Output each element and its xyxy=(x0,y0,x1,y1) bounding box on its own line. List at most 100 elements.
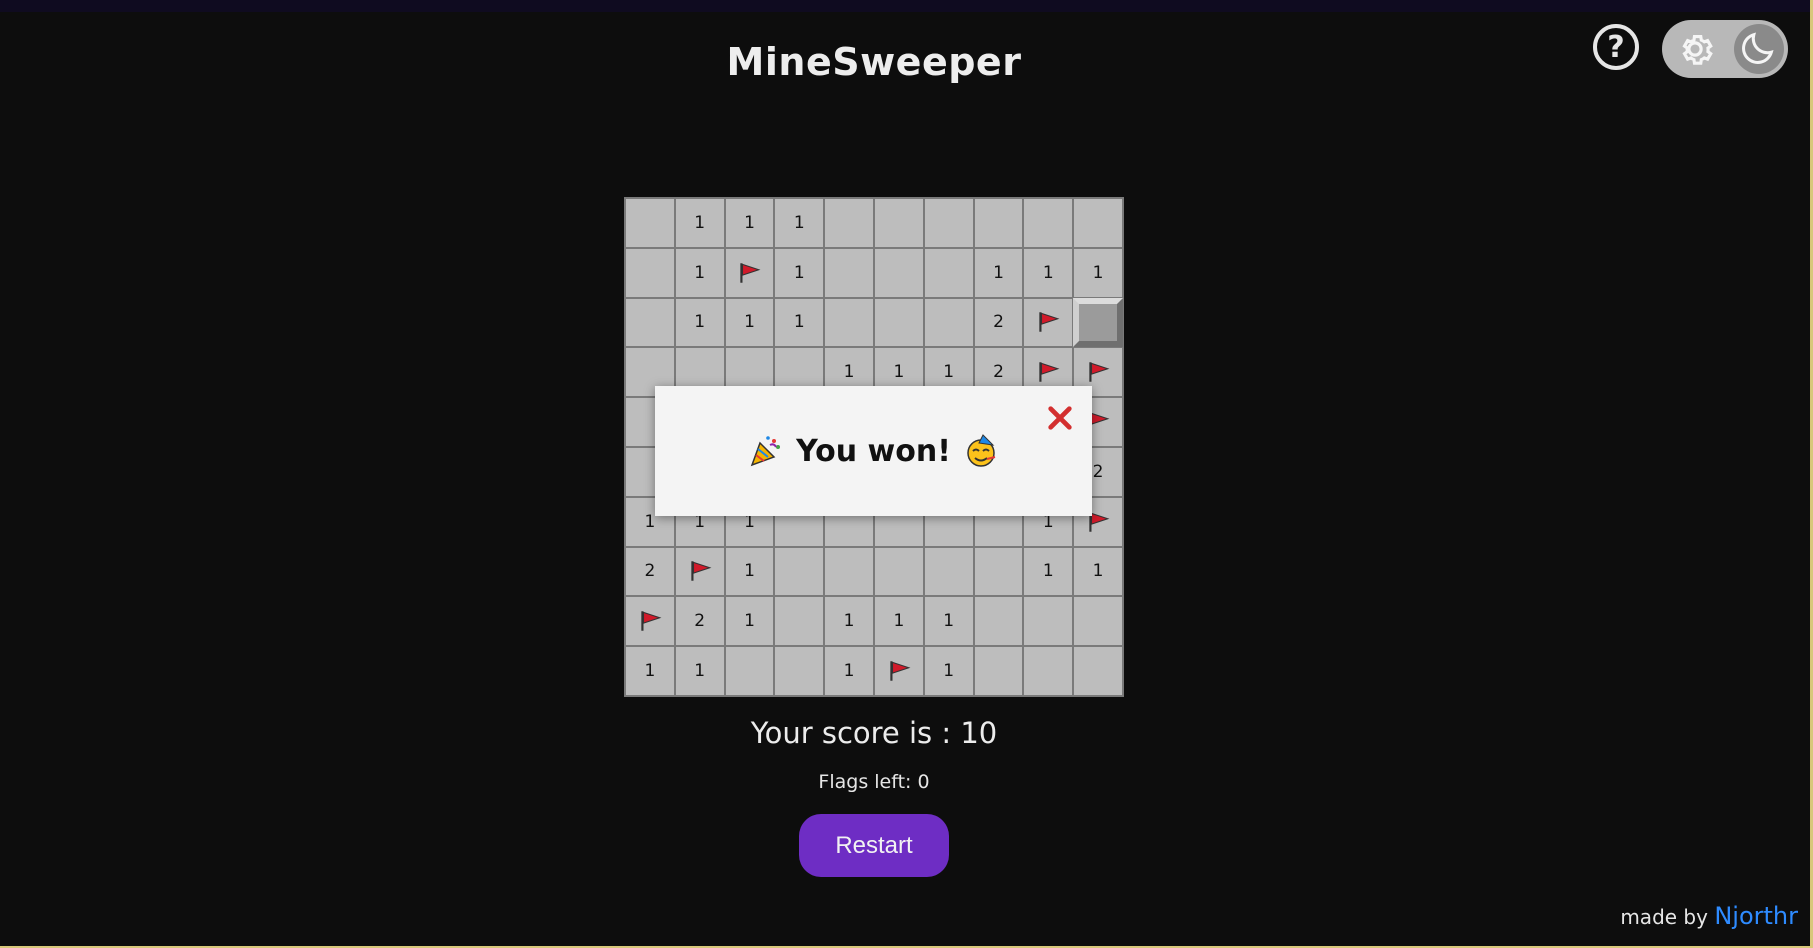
gear-icon xyxy=(1682,35,1713,65)
author-link[interactable]: Njorthr xyxy=(1714,902,1798,930)
board-cell-empty[interactable] xyxy=(1023,198,1074,248)
cell-number: 1 xyxy=(943,661,955,682)
flag-icon xyxy=(1039,362,1060,383)
board-cell-number[interactable]: 1 xyxy=(724,596,775,647)
board-cell-empty[interactable] xyxy=(923,247,974,298)
board-cell-number[interactable]: 2 xyxy=(674,596,725,647)
board-cell-number[interactable]: 1 xyxy=(774,198,825,248)
cell-number: 2 xyxy=(1092,461,1104,482)
board-cell-flagged[interactable] xyxy=(873,646,924,696)
board-cell-number[interactable]: 1 xyxy=(1023,247,1074,298)
board-cell-empty[interactable] xyxy=(1073,198,1123,248)
board-cell-number[interactable]: 1 xyxy=(923,596,974,647)
board-cell-number[interactable]: 1 xyxy=(824,596,874,647)
cell-number: 1 xyxy=(694,312,706,333)
board-cell-empty[interactable] xyxy=(923,546,974,597)
board-cell-empty[interactable] xyxy=(973,646,1024,696)
board-cell-empty[interactable] xyxy=(625,198,675,248)
board-cell-empty[interactable] xyxy=(1023,596,1074,647)
board-cell-number[interactable]: 1 xyxy=(923,646,974,696)
board-cell-number[interactable]: 1 xyxy=(774,297,825,348)
board-cell-empty[interactable] xyxy=(873,546,924,597)
board-cell-empty[interactable] xyxy=(724,646,775,696)
board-cell-empty[interactable] xyxy=(973,546,1024,597)
cell-number: 1 xyxy=(644,661,656,682)
cell-number: 2 xyxy=(993,362,1004,383)
win-message: You won! xyxy=(796,433,951,469)
page: MineSweeper ? 1 1 1 1 1 1 1 1 1 1 1 2 1 1 1 2 2 1 1 1 1 2 1 1 1 2… xyxy=(0,0,1813,948)
board-cell-empty[interactable] xyxy=(923,297,974,348)
board-cell-number[interactable]: 1 xyxy=(873,596,924,647)
board-cell-number[interactable]: 1 xyxy=(724,297,775,348)
board-cell-empty[interactable] xyxy=(774,646,825,696)
cell-number: 1 xyxy=(893,611,905,632)
board-cell-number[interactable]: 1 xyxy=(674,198,725,248)
board-cell-number[interactable]: 1 xyxy=(1073,546,1123,597)
flags-left-text: Flags left: 0 xyxy=(818,771,930,793)
board-cell-empty[interactable] xyxy=(824,297,874,348)
board-cell-empty[interactable] xyxy=(774,596,825,647)
cell-number: 1 xyxy=(694,661,706,682)
restart-button[interactable]: Restart xyxy=(799,814,949,877)
board-cell-empty[interactable] xyxy=(824,247,874,298)
board-cell-number[interactable]: 1 xyxy=(774,247,825,298)
board-cell-empty[interactable] xyxy=(774,546,825,597)
board-cell-flagged[interactable] xyxy=(1023,297,1074,348)
board-cell-unrevealed[interactable] xyxy=(1073,297,1123,348)
page-title: MineSweeper xyxy=(726,40,1022,84)
cell-number: 1 xyxy=(793,312,805,333)
cell-number: 1 xyxy=(1042,262,1054,283)
score-text: Your score is : 10 xyxy=(750,716,998,750)
board-cell-number[interactable]: 1 xyxy=(724,198,775,248)
flag-icon xyxy=(641,611,662,632)
cell-number: 2 xyxy=(694,611,706,632)
question-circle-icon: ? xyxy=(1607,29,1625,65)
help-button[interactable]: ? xyxy=(1593,24,1639,70)
cell-number: 1 xyxy=(993,262,1004,283)
board-cell-number[interactable]: 1 xyxy=(1073,247,1123,298)
board-cell-empty[interactable] xyxy=(824,198,874,248)
board-cell-empty[interactable] xyxy=(1073,646,1123,696)
board-cell-number[interactable]: 2 xyxy=(625,546,675,597)
board-cell-number[interactable]: 2 xyxy=(973,297,1024,348)
close-icon[interactable] xyxy=(1046,404,1074,432)
board-cell-empty[interactable] xyxy=(873,297,924,348)
board-cell-empty[interactable] xyxy=(625,247,675,298)
board-cell-number[interactable]: 1 xyxy=(724,546,775,597)
flag-icon xyxy=(740,262,761,283)
board-cell-number[interactable]: 1 xyxy=(1023,546,1074,597)
cell-number: 1 xyxy=(1092,561,1104,582)
moon-icon xyxy=(1742,32,1774,64)
board-cell-empty[interactable] xyxy=(873,198,924,248)
board-cell-empty[interactable] xyxy=(973,596,1024,647)
theme-toggle[interactable] xyxy=(1662,20,1788,78)
board-cell-number[interactable]: 1 xyxy=(674,247,725,298)
cell-number: 2 xyxy=(993,312,1004,333)
board-cell-empty[interactable] xyxy=(625,297,675,348)
board-cell-flagged[interactable] xyxy=(724,247,775,298)
cell-number: 1 xyxy=(644,511,656,532)
board-cell-empty[interactable] xyxy=(1073,596,1123,647)
cell-number: 1 xyxy=(744,212,755,233)
board-cell-number[interactable]: 1 xyxy=(824,646,874,696)
cell-number: 2 xyxy=(644,561,656,582)
cell-number: 1 xyxy=(744,611,755,632)
board-cell-number[interactable]: 1 xyxy=(674,646,725,696)
board-cell-flagged[interactable] xyxy=(625,596,675,647)
board-cell-number[interactable]: 1 xyxy=(625,646,675,696)
cell-number: 1 xyxy=(843,362,855,383)
flag-icon xyxy=(1089,362,1110,383)
board-cell-empty[interactable] xyxy=(1023,646,1074,696)
board-cell-number[interactable]: 1 xyxy=(674,297,725,348)
board-cell-empty[interactable] xyxy=(973,198,1024,248)
board-cell-empty[interactable] xyxy=(824,546,874,597)
cell-number: 1 xyxy=(843,611,855,632)
board-cell-number[interactable]: 1 xyxy=(973,247,1024,298)
flag-icon xyxy=(890,661,911,681)
cell-number: 1 xyxy=(694,262,706,283)
board-cell-empty[interactable] xyxy=(873,247,924,298)
cell-number: 1 xyxy=(694,212,706,233)
board-cell-empty[interactable] xyxy=(923,198,974,248)
cell-number: 1 xyxy=(1042,561,1054,582)
board-cell-flagged[interactable] xyxy=(674,546,725,597)
